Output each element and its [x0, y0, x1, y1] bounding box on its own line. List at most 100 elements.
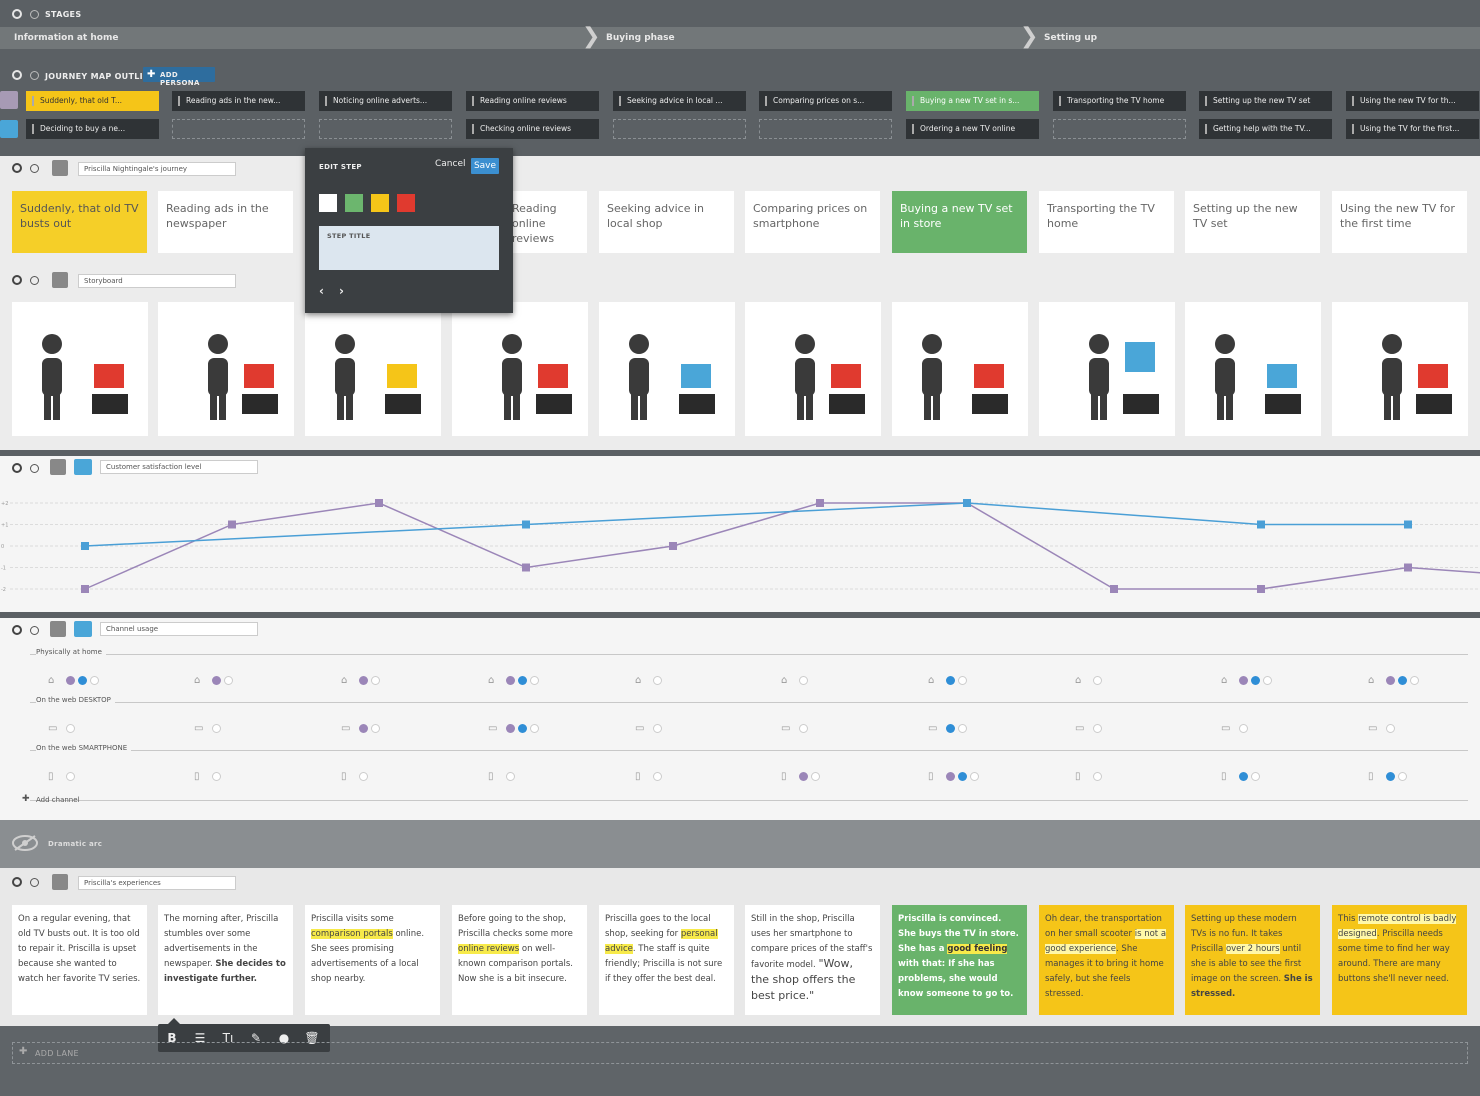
save-button[interactable]: Save	[471, 158, 499, 174]
usage-dot[interactable]	[66, 724, 75, 733]
usage-dot[interactable]	[958, 724, 967, 733]
usage-dot[interactable]	[811, 772, 820, 781]
persona-icon[interactable]	[52, 160, 68, 176]
lane-title-field[interactable]: Storyboard	[78, 274, 236, 288]
lane-title-field[interactable]: Priscilla's experiences	[78, 876, 236, 890]
usage-dot[interactable]	[371, 724, 380, 733]
journey-step[interactable]: Suddenly, that old TV busts out	[12, 191, 147, 253]
outline-card[interactable]: Reading online reviews	[466, 91, 599, 111]
usage-dot[interactable]	[799, 772, 808, 781]
usage-dot[interactable]	[653, 676, 662, 685]
experience-card[interactable]: This remote control is badly designed. P…	[1332, 905, 1467, 1015]
color-swatch[interactable]	[319, 194, 337, 212]
stage-setting-up[interactable]: Setting up	[1030, 27, 1480, 49]
channel-cell[interactable]: ▭	[928, 718, 970, 737]
experience-card[interactable]: Priscilla visits some comparison portals…	[305, 905, 440, 1015]
color-swatch[interactable]	[397, 194, 415, 212]
visibility-icon[interactable]	[30, 626, 39, 635]
data-point[interactable]	[816, 499, 824, 507]
data-point[interactable]	[1404, 520, 1412, 529]
visibility-icon[interactable]	[30, 164, 39, 173]
usage-dot[interactable]	[530, 676, 539, 685]
data-point[interactable]	[375, 499, 383, 507]
usage-dot[interactable]	[66, 772, 75, 781]
usage-dot[interactable]	[1239, 772, 1248, 781]
data-point[interactable]	[522, 563, 530, 572]
channel-cell[interactable]: ⌂	[1221, 670, 1275, 689]
channel-cell[interactable]: ▭	[194, 718, 224, 737]
data-point[interactable]	[669, 542, 677, 550]
add-channel-button[interactable]: Add channel	[36, 796, 79, 804]
usage-dot[interactable]	[506, 724, 515, 733]
channel-cell[interactable]: ▯	[781, 766, 823, 785]
data-point[interactable]	[522, 520, 530, 529]
persona-icon[interactable]	[50, 621, 66, 637]
channel-cell[interactable]: ▭	[1368, 718, 1398, 737]
journey-step[interactable]: Setting up the new TV set	[1185, 191, 1320, 253]
data-point[interactable]	[1257, 520, 1265, 529]
usage-dot[interactable]	[1251, 676, 1260, 685]
channel-cell[interactable]: ▯	[341, 766, 371, 785]
usage-dot[interactable]	[1263, 676, 1272, 685]
outline-card[interactable]: Using the TV for the first...	[1346, 119, 1479, 139]
experience-card[interactable]: Priscilla goes to the local shop, seekin…	[599, 905, 734, 1015]
storyboard-image[interactable]	[1185, 302, 1321, 436]
channel-cell[interactable]: ▯	[1368, 766, 1410, 785]
experience-card[interactable]: The morning after, Priscilla stumbles ov…	[158, 905, 293, 1015]
usage-dot[interactable]	[1398, 772, 1407, 781]
usage-dot[interactable]	[506, 676, 515, 685]
outline-empty-slot[interactable]	[759, 119, 892, 139]
step-title-input[interactable]: STEP TITLE	[319, 226, 499, 270]
outline-card[interactable]: Seeking advice in local ...	[613, 91, 746, 111]
usage-dot[interactable]	[518, 676, 527, 685]
journey-step[interactable]: Comparing prices on smartphone	[745, 191, 880, 253]
persona-avatar-priscilla[interactable]	[0, 91, 18, 109]
lane-title-field[interactable]: Customer satisfaction level	[100, 460, 258, 474]
channel-cell[interactable]: ▭	[635, 718, 665, 737]
storyboard-image[interactable]	[1039, 302, 1175, 436]
outline-card[interactable]: Comparing prices on s...	[759, 91, 892, 111]
channel-cell[interactable]: ▭	[1221, 718, 1251, 737]
usage-dot[interactable]	[958, 676, 967, 685]
channel-cell[interactable]: ▭	[781, 718, 811, 737]
experience-card[interactable]: Oh dear, the transportation on her small…	[1039, 905, 1174, 1015]
usage-dot[interactable]	[66, 676, 75, 685]
channel-cell[interactable]: ⌂	[488, 670, 542, 689]
data-point[interactable]	[1110, 585, 1118, 593]
persona-icon[interactable]	[50, 459, 66, 475]
storyboard-image[interactable]	[158, 302, 294, 436]
channel-cell[interactable]: ▯	[928, 766, 982, 785]
outline-card[interactable]: Checking online reviews	[466, 119, 599, 139]
color-swatch[interactable]	[345, 194, 363, 212]
data-point[interactable]	[1404, 563, 1412, 572]
visibility-icon[interactable]	[30, 464, 39, 473]
usage-dot[interactable]	[1093, 772, 1102, 781]
channel-cell[interactable]: ▭	[48, 718, 78, 737]
usage-dot[interactable]	[359, 724, 368, 733]
usage-dot[interactable]	[90, 676, 99, 685]
channel-cell[interactable]: ▯	[194, 766, 224, 785]
outline-card[interactable]: Suddenly, that old T...	[26, 91, 159, 111]
channel-cell[interactable]: ⌂	[1368, 670, 1422, 689]
outline-card[interactable]: Deciding to buy a ne...	[26, 119, 159, 139]
settings-gear-icon[interactable]	[12, 463, 22, 473]
usage-dot[interactable]	[946, 676, 955, 685]
settings-gear-icon[interactable]	[12, 70, 22, 80]
usage-dot[interactable]	[1410, 676, 1419, 685]
usage-dot[interactable]	[212, 676, 221, 685]
outline-card[interactable]: Reading ads in the new...	[172, 91, 305, 111]
persona-avatar-second[interactable]	[0, 120, 18, 138]
outline-card[interactable]: Noticing online adverts...	[319, 91, 452, 111]
settings-gear-icon[interactable]	[12, 625, 22, 635]
usage-dot[interactable]	[359, 772, 368, 781]
outline-empty-slot[interactable]	[1053, 119, 1186, 139]
experience-card[interactable]: Before going to the shop, Priscilla chec…	[452, 905, 587, 1015]
settings-gear-icon[interactable]	[12, 275, 22, 285]
channel-cell[interactable]: ⌂	[341, 670, 383, 689]
color-swatch[interactable]	[371, 194, 389, 212]
outline-card[interactable]: Transporting the TV home	[1053, 91, 1186, 111]
data-point[interactable]	[963, 499, 971, 507]
usage-dot[interactable]	[799, 724, 808, 733]
channel-cell[interactable]: ▭	[1075, 718, 1105, 737]
settings-gear-icon[interactable]	[12, 163, 22, 173]
